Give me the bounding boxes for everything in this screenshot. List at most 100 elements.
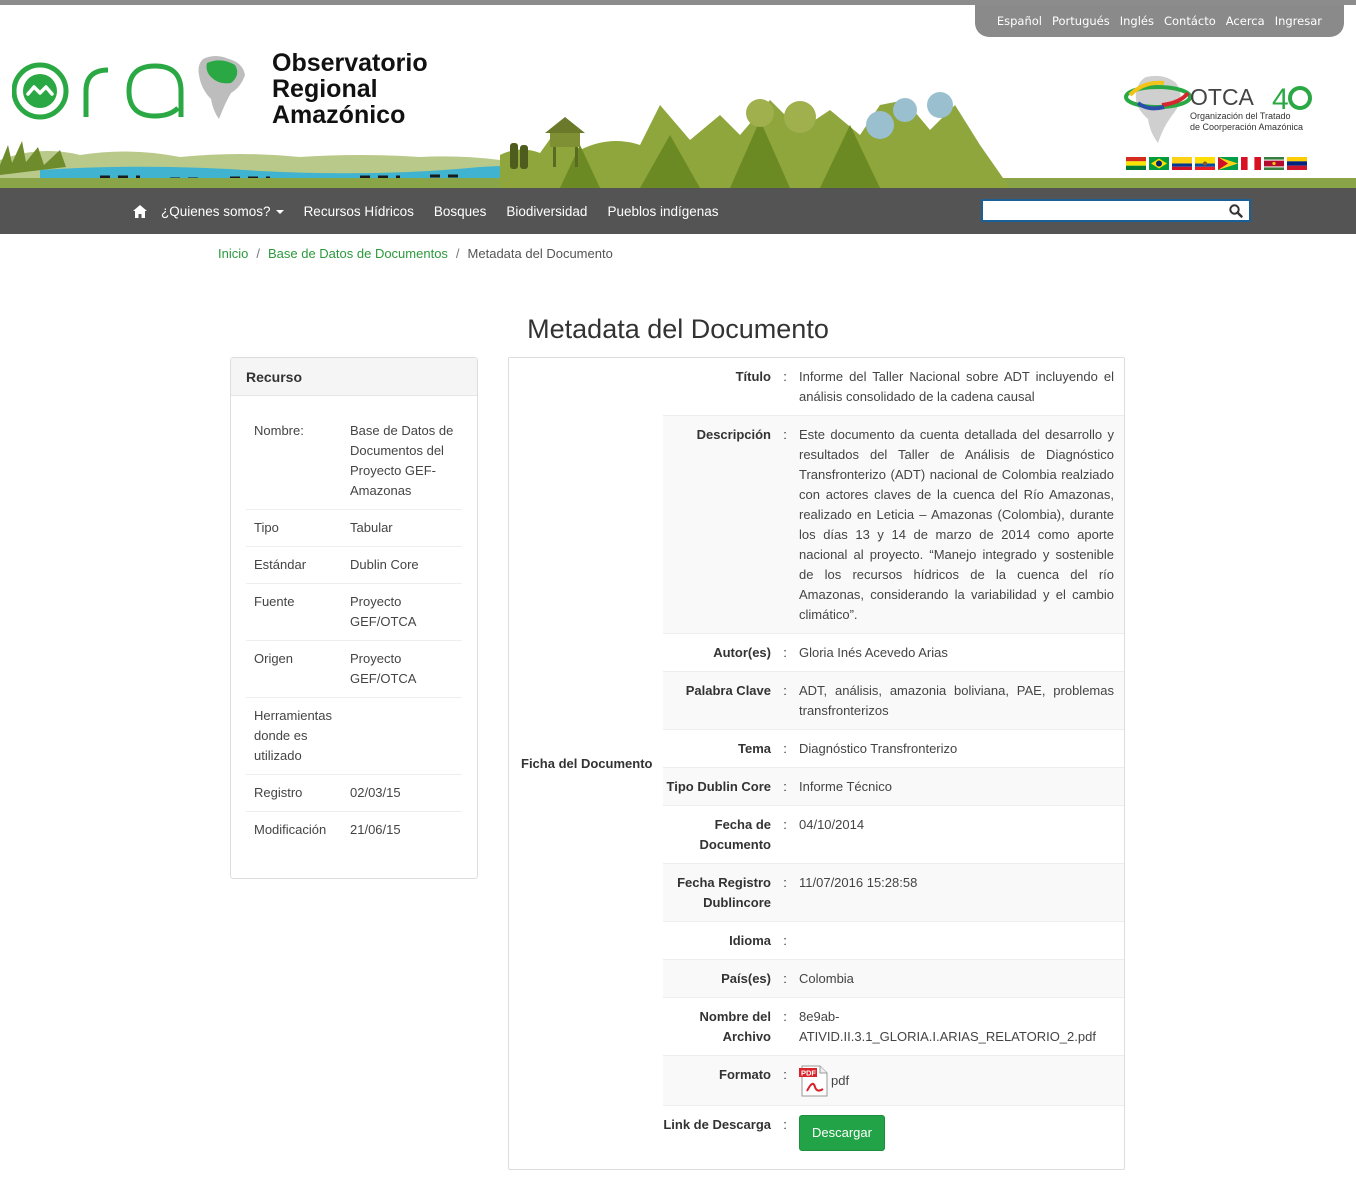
field-label: Link de Descarga — [663, 1117, 771, 1132]
row-label: Nombre: — [254, 423, 304, 438]
nav-biodiversidad[interactable]: Biodiversidad — [506, 204, 587, 219]
home-icon[interactable] — [133, 204, 147, 218]
table-row: Link de Descarga: Descargar — [663, 1106, 1124, 1159]
row-value: Base de Datos de Documentos del Proyecto… — [350, 423, 454, 498]
ora-logo — [12, 62, 184, 120]
row-label: Fuente — [254, 594, 295, 609]
nav-quienes-somos[interactable]: ¿Quienes somos? — [161, 204, 284, 219]
flag-suriname-icon[interactable] — [1264, 157, 1284, 170]
top-links-bar: Español Portugués Inglés Contácto Acerca… — [974, 5, 1344, 37]
chevron-down-icon — [275, 209, 284, 214]
colon: : — [783, 1117, 787, 1132]
recurso-table: Nombre: Base de Datos de Documentos del P… — [246, 413, 462, 848]
field-label: Formato — [719, 1067, 771, 1082]
breadcrumb-separator: / — [455, 246, 460, 261]
ficha-documento-table: Ficha del Documento Título: Informe del T… — [508, 357, 1125, 1170]
field-value — [799, 931, 1124, 951]
flag-peru-icon[interactable] — [1241, 157, 1261, 170]
table-row: Tipo Dublin Core: Informe Técnico — [663, 768, 1124, 806]
table-row: Idioma: — [663, 922, 1124, 960]
field-label: Descripción — [696, 427, 771, 442]
ficha-heading: Ficha del Documento — [521, 756, 653, 771]
row-value: Tabular — [350, 520, 393, 535]
field-value: Descargar — [799, 1115, 1124, 1151]
search-box — [981, 199, 1251, 222]
page-title: Metadata del Documento — [527, 314, 829, 344]
field-value: Informe del Taller Nacional sobre ADT in… — [799, 369, 1114, 404]
breadcrumb: Inicio / Base de Datos de Documentos / Metad… — [218, 246, 613, 261]
nav-pueblos-indigenas[interactable]: Pueblos indígenas — [607, 204, 718, 219]
breadcrumb-inicio[interactable]: Inicio — [218, 246, 248, 261]
row-value: Proyecto GEF/OTCA — [350, 651, 417, 686]
field-value: 11/07/2016 15:28:58 — [799, 875, 918, 890]
table-row: Nombre del Archivo:8e9ab-ATIVID.II.3.1_G… — [663, 998, 1124, 1056]
field-value: Diagnóstico Transfronterizo — [799, 741, 958, 756]
title-line-2: Regional — [272, 75, 378, 103]
ingresar-link[interactable]: Ingresar — [1275, 14, 1322, 28]
site-title: Observatorio Regional Amazónico — [272, 50, 428, 128]
field-value: Informe Técnico — [799, 779, 892, 794]
field-label: Fecha Registro Dublincore — [677, 875, 771, 910]
table-row: Palabra Clave: ADT, análisis, amazonia bo… — [663, 672, 1124, 730]
ficha-rows: Título: Informe del Taller Nacional sobre… — [663, 358, 1124, 1159]
row-label: Registro — [254, 785, 303, 800]
row-value: Dublin Core — [350, 557, 419, 572]
acerca-link[interactable]: Acerca — [1226, 14, 1265, 28]
contacto-link[interactable]: Contácto — [1164, 14, 1216, 28]
colon: : — [783, 683, 787, 698]
flag-colombia-icon[interactable] — [1172, 157, 1192, 170]
nav-recursos-hidricos[interactable]: Recursos Hídricos — [304, 204, 414, 219]
otca-name: OTCA — [1190, 84, 1254, 110]
colon: : — [783, 779, 787, 794]
colon: : — [783, 933, 787, 948]
title-line-1: Observatorio — [272, 49, 428, 77]
table-row: Fecha Registro Dublincore:11/07/2016 15:… — [663, 864, 1124, 922]
field-value: 04/10/2014 — [799, 817, 865, 832]
colon: : — [783, 645, 787, 660]
search-input[interactable] — [983, 201, 1223, 220]
flag-guyana-icon[interactable] — [1218, 157, 1238, 170]
colon: : — [783, 1009, 787, 1024]
field-label: Idioma — [729, 933, 771, 948]
lang-espanol-link[interactable]: Español — [997, 14, 1042, 28]
flag-ecuador-icon[interactable] — [1195, 157, 1215, 170]
otca-subtitle: Organización del Tratado de Coorperación… — [1190, 111, 1303, 133]
table-row: Formato: PDF pdf — [663, 1056, 1124, 1106]
table-row: Tipo Tabular — [246, 510, 462, 547]
row-label: Modificación — [254, 822, 327, 837]
otca-logo[interactable]: OTCA 4 Organización del Tratado de Coorp… — [1124, 73, 1324, 183]
pdf-format: PDF pdf — [799, 1065, 1114, 1097]
svg-text:PDF: PDF — [801, 1069, 816, 1078]
member-country-flags — [1126, 157, 1307, 170]
flag-brazil-icon[interactable] — [1149, 157, 1169, 170]
field-label: Tipo Dublin Core — [666, 779, 771, 794]
table-row: Nombre: Base de Datos de Documentos del P… — [246, 413, 462, 510]
nav-quienes-somos-label: ¿Quienes somos? — [161, 203, 271, 219]
field-label: País(es) — [721, 971, 771, 986]
table-row: Modificación 21/06/15 — [246, 812, 462, 848]
table-row: País(es): Colombia — [663, 960, 1124, 998]
nav-bosques[interactable]: Bosques — [434, 204, 487, 219]
row-label: Origen — [254, 651, 294, 666]
pdf-file-icon[interactable]: PDF — [799, 1065, 829, 1097]
forty-years-mark: 4 — [1272, 83, 1312, 115]
lang-portugues-link[interactable]: Portugués — [1052, 14, 1110, 28]
table-row: Fecha de Documento:04/10/2014 — [663, 806, 1124, 864]
table-row: Título: Informe del Taller Nacional sobre… — [663, 358, 1124, 416]
colon: : — [783, 427, 787, 442]
field-value: 8e9ab-ATIVID.II.3.1_GLORIA.I.ARIAS_RELAT… — [799, 1009, 1096, 1044]
search-icon[interactable] — [1229, 204, 1243, 218]
colon: : — [783, 1067, 787, 1082]
colon: : — [783, 817, 787, 832]
descargar-button[interactable]: Descargar — [799, 1115, 885, 1151]
flag-bolivia-icon[interactable] — [1126, 157, 1146, 170]
row-value: Proyecto GEF/OTCA — [350, 594, 417, 629]
lang-ingles-link[interactable]: Inglés — [1120, 14, 1154, 28]
breadcrumb-base-datos[interactable]: Base de Datos de Documentos — [268, 246, 448, 261]
flag-venezuela-icon[interactable] — [1287, 157, 1307, 170]
table-row: Fuente Proyecto GEF/OTCA — [246, 584, 462, 641]
row-label: Estándar — [254, 557, 307, 572]
field-label: Tema — [738, 741, 771, 756]
format-label: pdf — [831, 1073, 850, 1088]
title-line-3: Amazónico — [272, 101, 406, 129]
